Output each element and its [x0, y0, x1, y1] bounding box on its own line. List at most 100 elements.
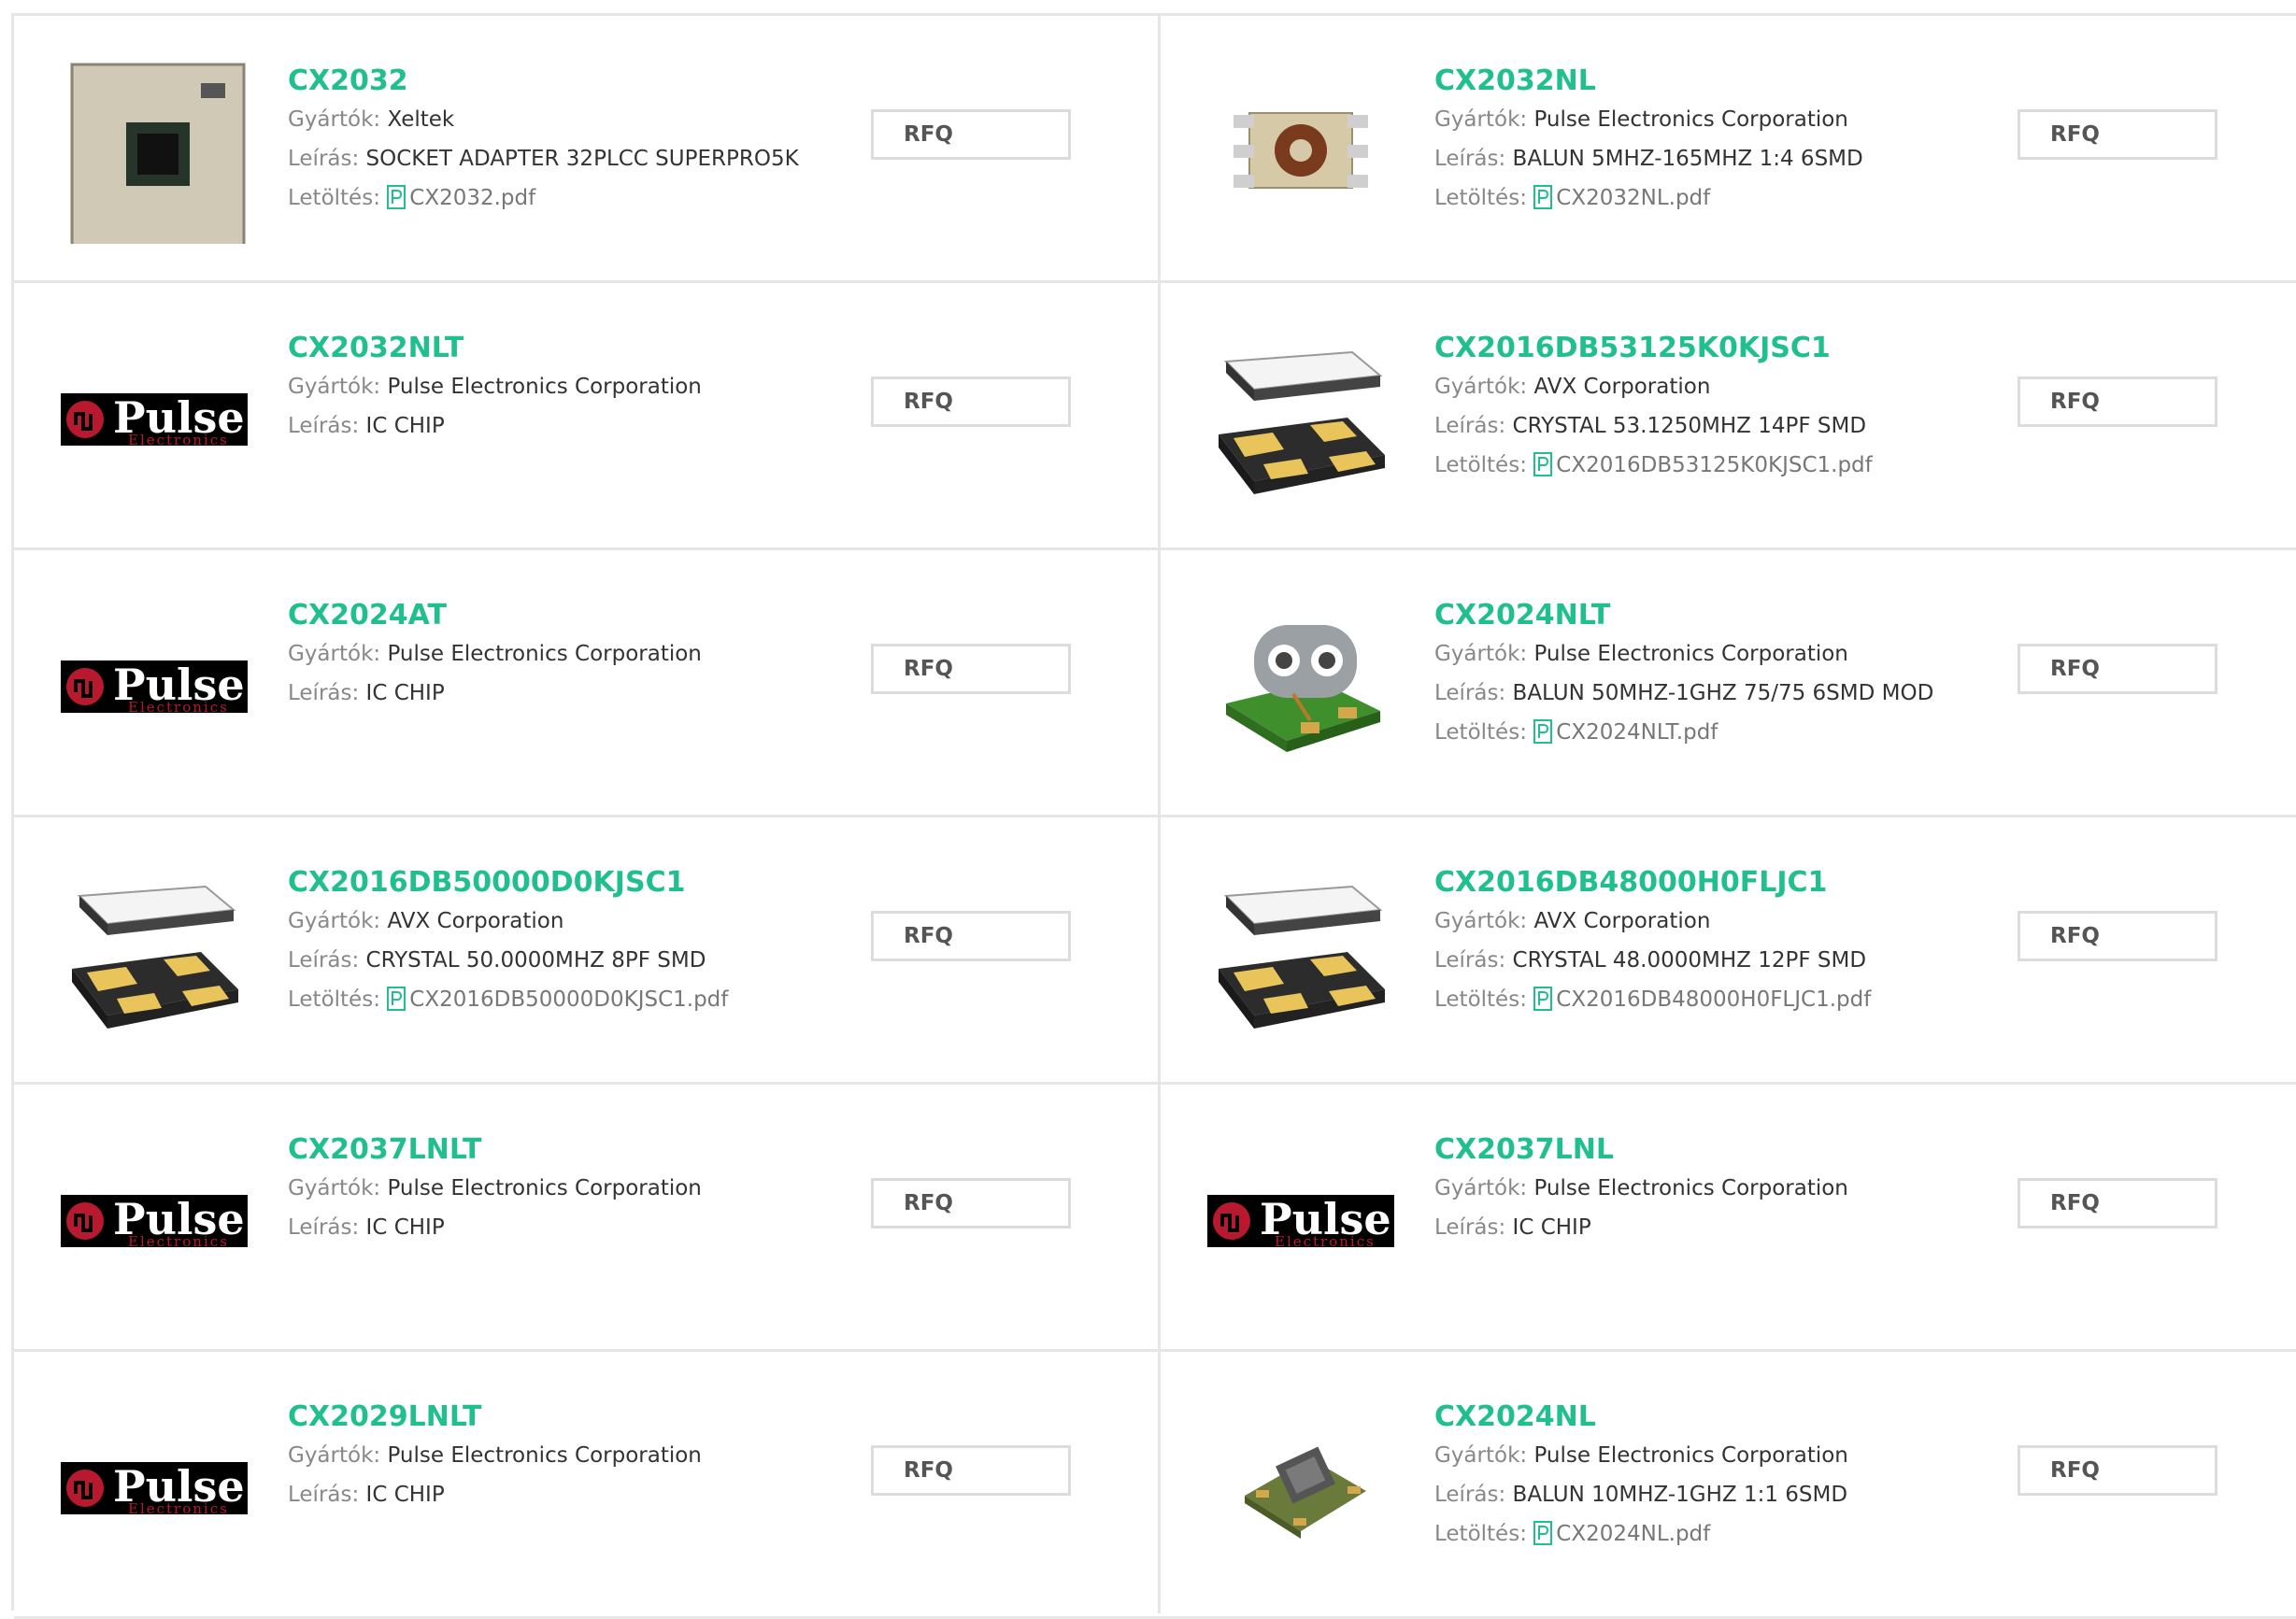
- manufacturer-line: Gyártók: Pulse Electronics Corporation: [288, 1436, 867, 1475]
- manufacturer-line: Gyártók: Pulse Electronics Corporation: [1434, 1436, 2014, 1475]
- product-card: CX2024NL Gyártók: Pulse Electronics Corp…: [1161, 1352, 2296, 1619]
- product-grid: CX2032 Gyártók: Xeltek Leírás: SOCKET AD…: [11, 13, 2296, 1619]
- product-name-link[interactable]: CX2016DB48000H0FLJC1: [1434, 864, 2014, 902]
- download-line: Letöltés: CX2024NL.pdf: [1434, 1514, 2014, 1554]
- product-image-pulse-logo[interactable]: Pulse Electronics: [61, 1126, 248, 1313]
- manufacturer-line: Gyártók: AVX Corporation: [1434, 367, 2014, 406]
- pdf-link[interactable]: CX2016DB50000D0KJSC1.pdf: [409, 987, 728, 1012]
- rfq-button[interactable]: RFQ: [871, 1178, 1071, 1228]
- product-name-link[interactable]: CX2024AT: [288, 597, 867, 634]
- product-name-link[interactable]: CX2037LNL: [1434, 1131, 2014, 1169]
- product-info: CX2037LNL Gyártók: Pulse Electronics Cor…: [1434, 1131, 2014, 1247]
- rfq-button[interactable]: RFQ: [2018, 376, 2218, 427]
- manufacturer-label: Gyártók:: [288, 642, 381, 666]
- pdf-icon[interactable]: [387, 985, 406, 1011]
- manufacturer-line: Gyártók: AVX Corporation: [288, 902, 867, 941]
- product-image-crystal-smd[interactable]: [61, 859, 248, 1045]
- manufacturer-line: Gyártók: Pulse Electronics Corporation: [288, 1169, 867, 1208]
- product-card: Pulse Electronics CX2024AT Gyártók: Puls…: [14, 550, 1158, 817]
- download-line: Letöltés: CX2032NL.pdf: [1434, 178, 2014, 218]
- pdf-link[interactable]: CX2032.pdf: [409, 186, 535, 210]
- description-value: BALUN 50MHZ-1GHZ 75/75 6SMD MOD: [1512, 681, 1934, 705]
- product-name-link[interactable]: CX2032NLT: [288, 330, 867, 367]
- product-name-link[interactable]: CX2024NLT: [1434, 597, 2014, 634]
- product-name-link[interactable]: CX2016DB50000D0KJSC1: [288, 864, 867, 902]
- product-info: CX2016DB53125K0KJSC1 Gyártók: AVX Corpor…: [1434, 330, 2014, 485]
- product-name-link[interactable]: CX2032NL: [1434, 63, 2014, 100]
- rfq-button[interactable]: RFQ: [871, 1445, 1071, 1496]
- download-line: Letöltés: CX2016DB50000D0KJSC1.pdf: [288, 980, 867, 1019]
- product-name-link[interactable]: CX2037LNLT: [288, 1131, 867, 1169]
- download-label: Letöltés:: [1434, 186, 1527, 210]
- description-label: Leírás:: [1434, 1483, 1506, 1507]
- download-line: Letöltés: CX2032.pdf: [288, 178, 867, 218]
- pdf-link[interactable]: CX2024NL.pdf: [1556, 1522, 1710, 1546]
- product-info: CX2024AT Gyártók: Pulse Electronics Corp…: [288, 597, 867, 713]
- pdf-link[interactable]: CX2024NLT.pdf: [1556, 720, 1718, 745]
- download-line: Letöltés: CX2016DB48000H0FLJC1.pdf: [1434, 980, 2014, 1019]
- description-label: Leírás:: [1434, 948, 1506, 973]
- product-name-link[interactable]: CX2029LNLT: [288, 1399, 867, 1436]
- product-image-balun-smd-green[interactable]: [1207, 1393, 1394, 1580]
- description-value: BALUN 5MHZ-165MHZ 1:4 6SMD: [1512, 147, 1863, 171]
- pdf-icon[interactable]: [1533, 1519, 1553, 1545]
- manufacturer-line: Gyártók: Pulse Electronics Corporation: [1434, 634, 2014, 674]
- description-line: Leírás: CRYSTAL 50.0000MHZ 8PF SMD: [288, 941, 867, 980]
- rfq-button[interactable]: RFQ: [2018, 1445, 2218, 1496]
- pdf-icon[interactable]: [387, 183, 406, 209]
- product-image-crystal-smd[interactable]: [1207, 324, 1394, 511]
- rfq-button[interactable]: RFQ: [871, 109, 1071, 160]
- product-image-pulse-logo[interactable]: Pulse Electronics: [61, 1393, 248, 1580]
- download-label: Letöltés:: [288, 186, 380, 210]
- product-name-link[interactable]: CX2016DB53125K0KJSC1: [1434, 330, 2014, 367]
- rfq-button[interactable]: RFQ: [2018, 911, 2218, 961]
- product-image-socket-adapter-board[interactable]: [61, 57, 248, 249]
- description-value: IC CHIP: [365, 1483, 445, 1507]
- rfq-button[interactable]: RFQ: [2018, 1178, 2218, 1228]
- download-label: Letöltés:: [288, 987, 380, 1012]
- product-row: Pulse Electronics CX2024AT Gyártók: Puls…: [14, 550, 2296, 817]
- rfq-button[interactable]: RFQ: [2018, 109, 2218, 160]
- product-image-pulse-logo[interactable]: Pulse Electronics: [61, 324, 248, 511]
- rfq-button[interactable]: RFQ: [871, 644, 1071, 694]
- download-line: Letöltés: CX2016DB53125K0KJSC1.pdf: [1434, 446, 2014, 485]
- product-name-link[interactable]: CX2024NL: [1434, 1399, 2014, 1436]
- description-label: Leírás:: [288, 1215, 360, 1240]
- download-line: Letöltés: CX2024NLT.pdf: [1434, 713, 2014, 752]
- description-value: CRYSTAL 48.0000MHZ 12PF SMD: [1512, 948, 1867, 973]
- pdf-icon[interactable]: [1533, 450, 1553, 476]
- pdf-icon[interactable]: [1533, 717, 1553, 744]
- description-label: Leírás:: [1434, 1215, 1506, 1240]
- product-name-link[interactable]: CX2032: [288, 63, 867, 100]
- pdf-icon[interactable]: [1533, 183, 1553, 209]
- svg-text:Electronics: Electronics: [128, 432, 229, 448]
- manufacturer-line: Gyártók: AVX Corporation: [1434, 902, 2014, 941]
- product-image-pulse-logo[interactable]: Pulse Electronics: [1207, 1126, 1394, 1313]
- product-card: CX2016DB50000D0KJSC1 Gyártók: AVX Corpor…: [14, 817, 1158, 1085]
- manufacturer-label: Gyártók:: [1434, 642, 1528, 666]
- description-line: Leírás: BALUN 50MHZ-1GHZ 75/75 6SMD MOD: [1434, 674, 2014, 713]
- description-value: IC CHIP: [365, 414, 445, 438]
- product-row: Pulse Electronics CX2037LNLT Gyártók: Pu…: [14, 1085, 2296, 1352]
- product-info: CX2032NL Gyártók: Pulse Electronics Corp…: [1434, 63, 2014, 218]
- rfq-button[interactable]: RFQ: [2018, 644, 2218, 694]
- product-image-crystal-smd[interactable]: [1207, 859, 1394, 1045]
- description-line: Leírás: BALUN 5MHZ-165MHZ 1:4 6SMD: [1434, 139, 2014, 178]
- description-line: Leírás: IC CHIP: [288, 406, 867, 446]
- pdf-icon[interactable]: [1533, 985, 1553, 1011]
- manufacturer-label: Gyártók:: [288, 1176, 381, 1200]
- product-image-balun-binocular[interactable]: [1207, 591, 1394, 778]
- description-line: Leírás: SOCKET ADAPTER 32PLCC SUPERPRO5K: [288, 139, 867, 178]
- rfq-button[interactable]: RFQ: [871, 376, 1071, 427]
- product-image-pulse-logo[interactable]: Pulse Electronics: [61, 591, 248, 778]
- svg-text:Electronics: Electronics: [128, 1500, 229, 1517]
- manufacturer-value: Xeltek: [387, 107, 455, 132]
- pdf-link[interactable]: CX2016DB53125K0KJSC1.pdf: [1556, 453, 1873, 477]
- product-info: CX2032 Gyártók: Xeltek Leírás: SOCKET AD…: [288, 63, 867, 218]
- pdf-link[interactable]: CX2032NL.pdf: [1556, 186, 1710, 210]
- description-value: CRYSTAL 50.0000MHZ 8PF SMD: [365, 948, 706, 973]
- product-image-balun-toroid[interactable]: [1207, 57, 1394, 244]
- pdf-link[interactable]: CX2016DB48000H0FLJC1.pdf: [1556, 987, 1871, 1012]
- rfq-button[interactable]: RFQ: [871, 911, 1071, 961]
- manufacturer-label: Gyártók:: [1434, 1443, 1528, 1468]
